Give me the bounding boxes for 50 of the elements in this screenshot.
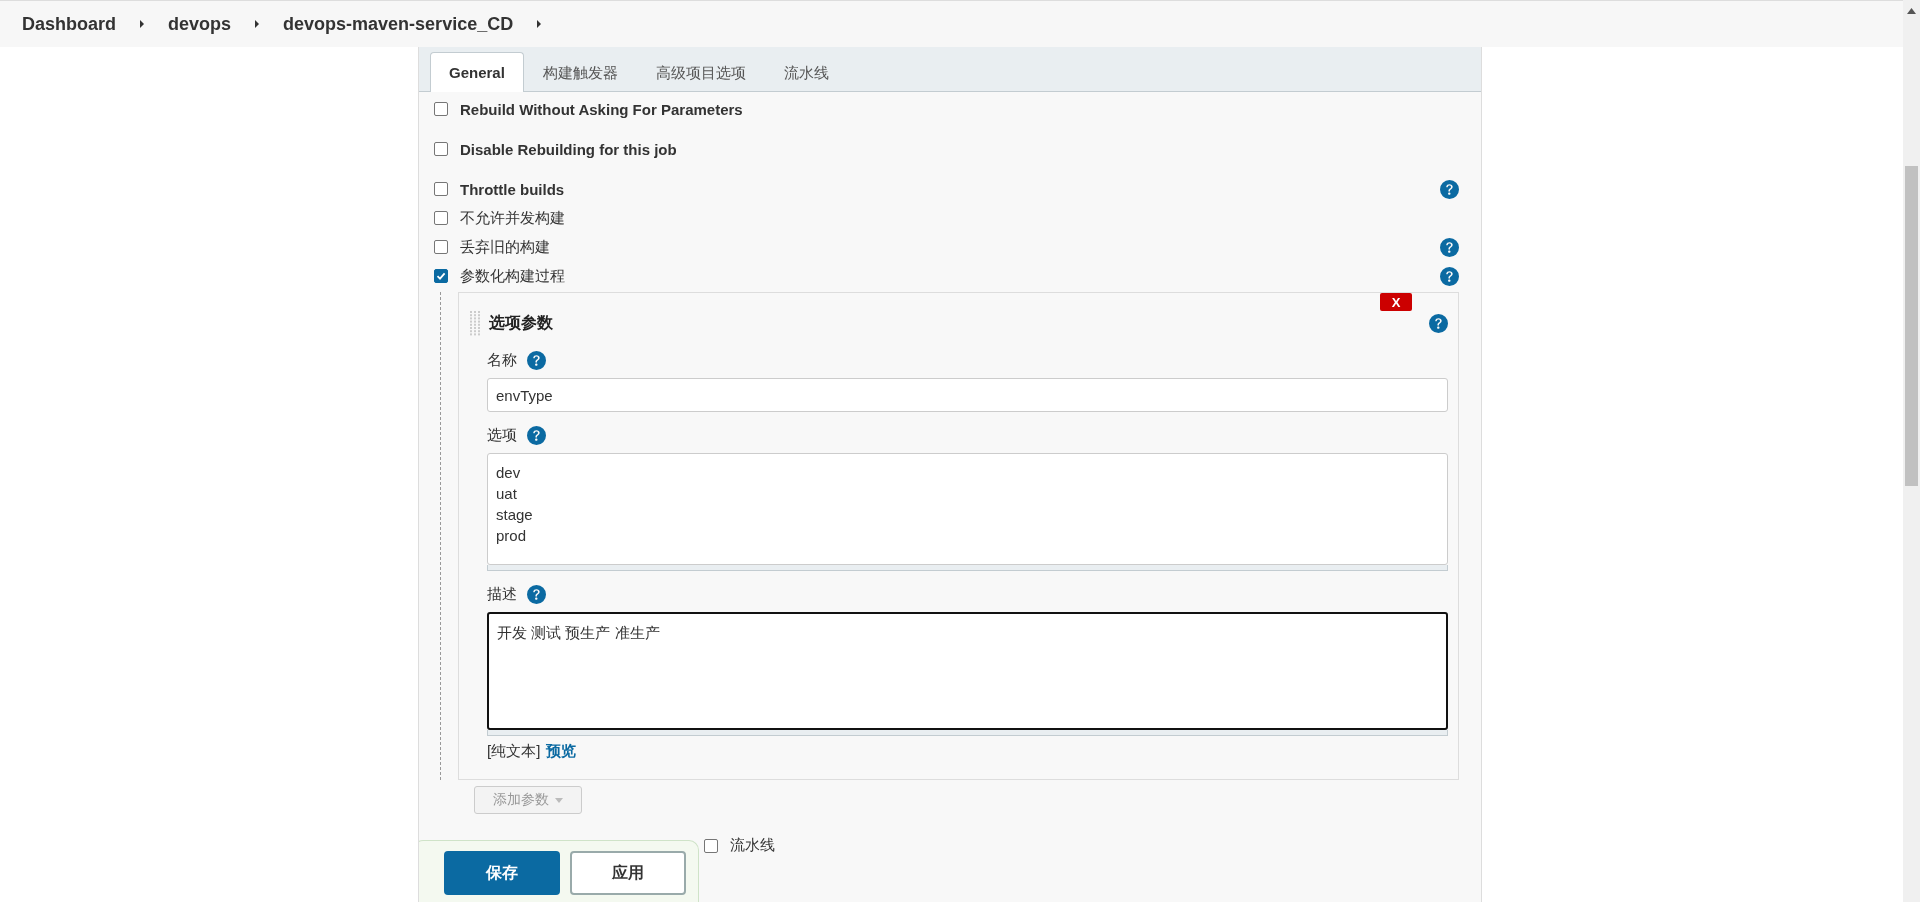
field-label: 名称 (487, 351, 517, 370)
resize-handle[interactable] (487, 730, 1448, 736)
save-button[interactable]: 保存 (444, 851, 560, 895)
checkbox[interactable] (434, 142, 448, 156)
tab[interactable]: General (430, 52, 524, 92)
tab[interactable]: 流水线 (764, 54, 848, 92)
option-label: Rebuild Without Asking For Parameters (460, 100, 743, 118)
format-label: [纯文本] (487, 742, 541, 761)
option-label: 丢弃旧的构建 (460, 237, 550, 257)
resize-handle[interactable] (487, 565, 1448, 571)
breadcrumb-link[interactable]: devops (168, 13, 232, 35)
apply-button[interactable]: 应用 (570, 851, 686, 895)
caret-icon (555, 797, 563, 803)
help-icon[interactable] (1440, 237, 1459, 257)
help-icon[interactable] (527, 585, 546, 604)
parameter-title: 选项参数 (489, 312, 553, 333)
option-label: Throttle builds (460, 180, 565, 198)
caret-icon[interactable] (253, 19, 262, 29)
option-label: 参数化构建过程 (460, 266, 565, 286)
delete-button[interactable]: X (1380, 293, 1412, 311)
checkbox[interactable] (434, 102, 448, 116)
tab[interactable]: 构建触发器 (523, 54, 637, 92)
scroll-up-icon[interactable] (1907, 8, 1916, 14)
help-icon[interactable] (1440, 179, 1459, 199)
name-field[interactable]: envType (487, 378, 1448, 412)
checkbox[interactable] (704, 838, 718, 853)
checkbox[interactable] (434, 182, 448, 196)
scrollbar[interactable] (1903, 0, 1920, 902)
help-icon[interactable] (527, 351, 546, 370)
scrollbar-thumb[interactable] (1905, 166, 1918, 486)
help-icon[interactable] (1440, 266, 1459, 286)
help-icon[interactable] (527, 426, 546, 445)
option-label: 流水线 (730, 836, 775, 855)
checkbox[interactable] (434, 211, 448, 225)
breadcrumb-link[interactable]: devops-maven-service_CD (283, 13, 514, 35)
field-label: 描述 (487, 585, 517, 604)
checkbox[interactable] (434, 240, 448, 254)
drag-handle-icon[interactable] (469, 310, 481, 336)
option-label: 不允许并发构建 (460, 208, 565, 228)
option-label: Disable Rebuilding for this job (460, 140, 677, 158)
tab[interactable]: 高级项目选项 (636, 54, 765, 92)
checkbox[interactable] (434, 269, 448, 283)
field-label: 选项 (487, 426, 517, 445)
preview-link[interactable]: 预览 (546, 742, 577, 761)
text-area[interactable]: dev uat stage prod (487, 453, 1448, 565)
text-area[interactable]: 开发 测试 预生产 准生产 (487, 612, 1448, 730)
help-icon[interactable] (1429, 313, 1448, 333)
caret-icon[interactable] (535, 19, 544, 29)
caret-icon[interactable] (138, 19, 147, 29)
breadcrumb-link[interactable]: Dashboard (22, 13, 117, 35)
